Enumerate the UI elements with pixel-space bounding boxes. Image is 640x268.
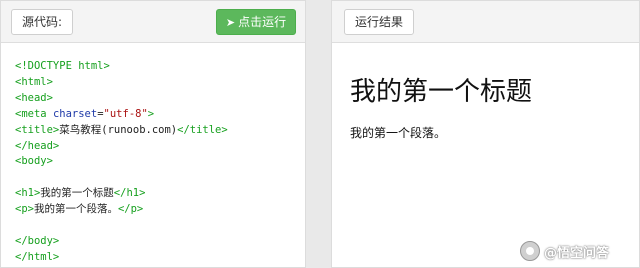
result-paragraph: 我的第一个段落。 <box>350 126 447 140</box>
code-token: <h1> <box>15 187 41 200</box>
code-line: </html> <box>15 250 60 263</box>
code-line: <!DOCTYPE html> <box>15 60 110 72</box>
code-line: <head> <box>15 91 53 104</box>
code-token: <meta <box>15 107 53 120</box>
code-token: > <box>147 107 155 120</box>
code-token: </h1> <box>113 187 146 200</box>
code-line: </body> <box>15 234 60 247</box>
code-token: <p> <box>15 203 34 216</box>
code-token: 我的第一个段落。 <box>33 203 118 216</box>
code-token: "utf-8" <box>103 107 148 120</box>
code-token: <title> <box>15 123 60 136</box>
run-button-label: 点击运行 <box>238 15 287 29</box>
code-token: </title> <box>177 123 228 136</box>
source-code-button[interactable]: 源代码: <box>11 9 74 35</box>
code-line: <html> <box>15 75 53 88</box>
code-token: 菜鸟教程(runoob.com) <box>59 123 178 136</box>
watermark-text: @悟空问答 <box>544 245 610 261</box>
run-result-button[interactable]: 运行结果 <box>344 9 415 35</box>
run-button[interactable]: ➤ 点击运行 <box>216 9 296 35</box>
watermark: @悟空问答 <box>520 239 636 263</box>
result-panel: 运行结果 我的第一个标题 我的第一个段落。 <box>331 0 640 268</box>
code-line: <body> <box>15 155 53 168</box>
watermark-logo-icon <box>520 241 540 261</box>
source-toolbar: 源代码: ➤ 点击运行 <box>1 1 305 43</box>
code-line: </head> <box>15 139 60 152</box>
result-preview: 我的第一个标题 我的第一个段落。 <box>350 59 629 141</box>
source-panel: 源代码: ➤ 点击运行 <!DOCTYPE html> <html> <head>… <box>0 0 306 268</box>
paper-plane-icon: ➤ <box>225 16 236 29</box>
result-toolbar: 运行结果 <box>332 1 639 43</box>
code-token: </p> <box>117 203 144 216</box>
code-editor[interactable]: <!DOCTYPE html> <html> <head> <meta char… <box>15 59 228 266</box>
result-heading: 我的第一个标题 <box>350 77 533 107</box>
code-token: charset <box>52 107 98 120</box>
code-token: 我的第一个标题 <box>40 187 114 200</box>
